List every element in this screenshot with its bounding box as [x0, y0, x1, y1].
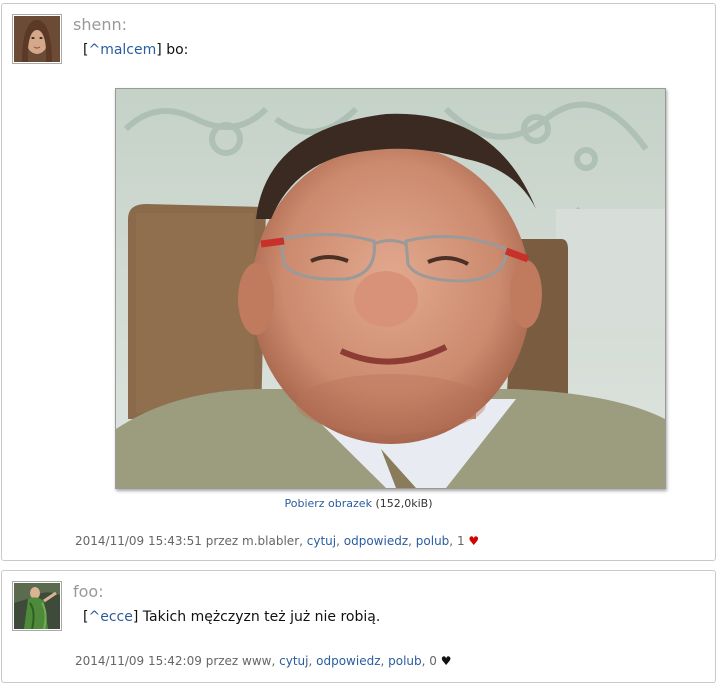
- reply-to-link[interactable]: ^malcem: [88, 42, 156, 58]
- timestamp: 2014/11/09 15:42:09: [75, 654, 202, 668]
- download-image-link[interactable]: Pobierz obrazek: [284, 497, 371, 510]
- like-link[interactable]: polub: [388, 654, 422, 668]
- heart-icon: ♥: [468, 534, 480, 548]
- comment-post: shenn: [^malcem] bo: Pobierz obrazek (15…: [1, 3, 716, 561]
- timestamp: 2014/11/09 15:43:51: [75, 534, 202, 548]
- reply-link[interactable]: odpowiedz: [316, 654, 380, 668]
- file-size: (152,0kiB): [375, 497, 433, 510]
- like-count: 0: [429, 654, 437, 668]
- comment-text: [^malcem] bo:: [83, 42, 189, 58]
- avatar[interactable]: [12, 581, 62, 631]
- avatar-image: [14, 583, 60, 630]
- heart-icon: ♥: [440, 654, 452, 668]
- attached-image[interactable]: [115, 88, 666, 489]
- avatar[interactable]: [12, 14, 62, 64]
- posted-by: przez m.blabler,: [205, 534, 303, 548]
- photo-content: [116, 89, 665, 488]
- quote-link[interactable]: cytuj: [307, 534, 336, 548]
- comment-body: Takich mężczyzn też już nie robią.: [142, 609, 381, 625]
- comment-text: [^ecce] Takich mężczyzn też już nie robi…: [83, 609, 381, 625]
- comment-post: foo: [^ecce] Takich mężczyzn też już nie…: [1, 570, 716, 683]
- posted-by: przez www,: [205, 654, 276, 668]
- comment-body: bo:: [166, 42, 189, 58]
- author-name: foo:: [73, 582, 104, 601]
- reply-to-link[interactable]: ^ecce: [88, 609, 132, 625]
- avatar-image: [14, 16, 60, 62]
- author-name: shenn:: [73, 15, 127, 34]
- quote-link[interactable]: cytuj: [279, 654, 308, 668]
- like-count: 1: [456, 534, 465, 548]
- post-meta: 2014/11/09 15:43:51 przez m.blabler, cyt…: [75, 534, 480, 548]
- post-meta: 2014/11/09 15:42:09 przez www, cytuj, od…: [75, 654, 452, 668]
- reply-link[interactable]: odpowiedz: [344, 534, 408, 548]
- download-row: Pobierz obrazek (152,0kiB): [2, 497, 715, 510]
- like-link[interactable]: polub: [416, 534, 450, 548]
